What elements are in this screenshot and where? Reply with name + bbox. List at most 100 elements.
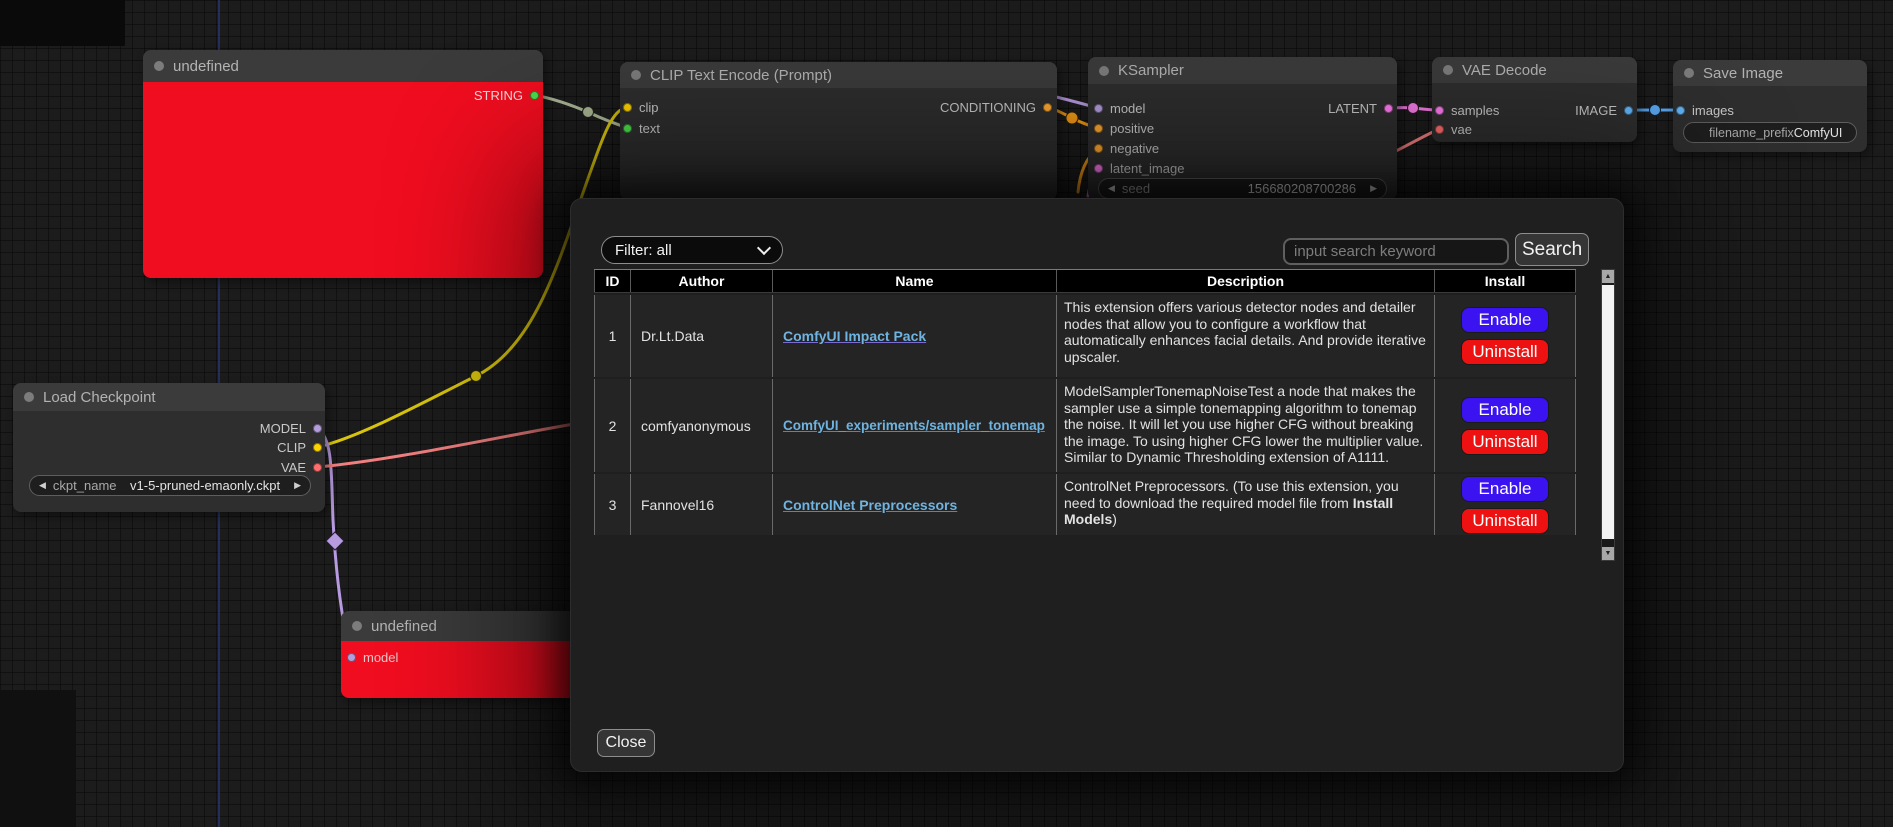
link-reroute-dot-image[interactable] <box>1650 105 1661 116</box>
extension-link[interactable]: ControlNet Preprocessors <box>783 497 957 513</box>
table-row: 2 comfyanonymous ComfyUI_experiments/sam… <box>594 379 1576 472</box>
node-status-dot <box>154 61 164 71</box>
chevron-left-icon[interactable]: ◀ <box>39 481 46 490</box>
node-undefined-top[interactable]: undefined STRING <box>143 50 543 278</box>
node-header[interactable]: VAE Decode <box>1432 57 1637 83</box>
extension-list-scrollpane: ID Author Name Description Install 1 Dr.… <box>594 269 1615 561</box>
chevron-down-icon <box>757 241 771 255</box>
search-button[interactable]: Search <box>1515 233 1589 266</box>
node-status-dot <box>1099 66 1109 76</box>
node-status-dot <box>24 392 34 402</box>
node-header[interactable]: undefined <box>341 611 576 641</box>
chevron-right-icon[interactable]: ▶ <box>1370 184 1377 193</box>
node-header[interactable]: KSampler <box>1088 57 1397 84</box>
output-label-model: MODEL <box>260 421 306 436</box>
input-port-latent-image[interactable] <box>1094 164 1103 173</box>
table-header-row: ID Author Name Description Install <box>594 269 1576 293</box>
node-save-image[interactable]: Save Image images filename_prefix ComfyU… <box>1673 60 1867 152</box>
output-port-vae[interactable] <box>313 463 322 472</box>
input-port-negative[interactable] <box>1094 144 1103 153</box>
output-label-conditioning: CONDITIONING <box>940 100 1036 115</box>
input-label-positive: positive <box>1110 121 1154 136</box>
node-header[interactable]: Load Checkpoint <box>13 383 325 411</box>
node-clip-text-encode[interactable]: CLIP Text Encode (Prompt) clip text COND… <box>620 62 1057 200</box>
node-undefined-bottom[interactable]: undefined model <box>341 611 576 698</box>
scroll-down-icon[interactable]: ▼ <box>1602 547 1614 560</box>
input-port-images[interactable] <box>1676 106 1685 115</box>
widget-value: ComfyUI <box>1794 126 1843 140</box>
scroll-up-icon[interactable]: ▲ <box>1602 270 1614 283</box>
scrollbar[interactable]: ▲ ▼ <box>1601 269 1615 561</box>
input-label-latent-image: latent_image <box>1110 161 1184 176</box>
node-ksampler[interactable]: KSampler model positive negative latent_… <box>1088 57 1397 200</box>
input-port-model[interactable] <box>1094 104 1103 113</box>
output-port-latent[interactable] <box>1384 104 1393 113</box>
output-port-string[interactable] <box>530 91 539 100</box>
filter-select[interactable]: Filter: all <box>601 236 783 264</box>
cell-author: comfyanonymous <box>631 379 773 472</box>
link-string-to-text <box>534 95 628 128</box>
table-row: 3 Fannovel16 ControlNet Preprocessors Co… <box>594 474 1576 535</box>
uninstall-button[interactable]: Uninstall <box>1461 339 1549 365</box>
node-status-dot <box>1684 68 1694 78</box>
node-title: CLIP Text Encode (Prompt) <box>650 67 832 84</box>
node-vae-decode[interactable]: VAE Decode samples vae IMAGE <box>1432 57 1637 142</box>
header-name: Name <box>773 270 1057 292</box>
output-port-clip[interactable] <box>313 443 322 452</box>
output-label-clip: CLIP <box>277 440 306 455</box>
chevron-left-icon[interactable]: ◀ <box>1108 184 1115 193</box>
extension-table: ID Author Name Description Install 1 Dr.… <box>594 269 1576 537</box>
chevron-right-icon[interactable]: ▶ <box>294 481 301 490</box>
input-label-images: images <box>1692 103 1734 118</box>
input-port-model[interactable] <box>347 653 356 662</box>
output-port-model[interactable] <box>313 424 322 433</box>
node-header[interactable]: Save Image <box>1673 60 1867 86</box>
search-input[interactable] <box>1283 238 1509 265</box>
enable-button[interactable]: Enable <box>1461 397 1549 423</box>
header-author: Author <box>631 270 773 292</box>
ckpt-name-widget[interactable]: ◀ ckpt_name v1-5-pruned-emaonly.ckpt ▶ <box>29 475 311 496</box>
filter-selected-value: Filter: all <box>615 242 672 259</box>
link-reroute-dot-clip[interactable] <box>471 371 482 382</box>
link-reroute-dot-string[interactable] <box>583 107 594 118</box>
filename-prefix-widget[interactable]: filename_prefix ComfyUI <box>1683 122 1857 143</box>
cell-description: ModelSamplerTonemapNoiseTest a node that… <box>1057 379 1435 472</box>
input-port-vae[interactable] <box>1435 125 1444 134</box>
input-port-samples[interactable] <box>1435 106 1444 115</box>
input-port-positive[interactable] <box>1094 124 1103 133</box>
table-row: 1 Dr.Lt.Data ComfyUI Impact Pack This ex… <box>594 295 1576 377</box>
widget-label: filename_prefix <box>1709 126 1794 140</box>
close-button[interactable]: Close <box>597 729 655 757</box>
node-title: KSampler <box>1118 62 1184 79</box>
node-title: Save Image <box>1703 65 1783 82</box>
uninstall-button[interactable]: Uninstall <box>1461 429 1549 455</box>
extension-link[interactable]: ComfyUI_experiments/sampler_tonemap <box>783 418 1045 433</box>
node-load-checkpoint[interactable]: Load Checkpoint MODEL CLIP VAE ◀ ckpt_na… <box>13 383 325 512</box>
extension-link[interactable]: ComfyUI Impact Pack <box>783 328 926 344</box>
input-label-clip: clip <box>639 100 659 115</box>
node-header[interactable]: CLIP Text Encode (Prompt) <box>620 62 1057 88</box>
cell-description: ControlNet Preprocessors. (To use this e… <box>1057 474 1435 535</box>
node-header[interactable]: undefined <box>143 50 543 82</box>
node-status-dot <box>1443 65 1453 75</box>
link-reroute-dot-conditioning[interactable] <box>1066 112 1078 124</box>
link-reroute-diamond-model[interactable] <box>326 532 344 550</box>
node-status-dot <box>352 621 362 631</box>
enable-button[interactable]: Enable <box>1461 307 1549 333</box>
input-label-vae: vae <box>1451 122 1472 137</box>
input-port-clip[interactable] <box>623 103 632 112</box>
output-label-latent: LATENT <box>1328 101 1377 116</box>
seed-widget[interactable]: ◀ seed 156680208700286 ▶ <box>1098 178 1387 199</box>
scrollbar-thumb[interactable] <box>1602 285 1614 539</box>
cell-id: 2 <box>594 379 631 472</box>
link-reroute-dot-latent[interactable] <box>1408 103 1419 114</box>
cell-author: Fannovel16 <box>631 474 773 535</box>
input-port-text[interactable] <box>623 124 632 133</box>
output-port-image[interactable] <box>1624 106 1633 115</box>
comfyui-canvas[interactable]: undefined STRING CLIP Text Encode (Promp… <box>0 0 1893 827</box>
cell-id: 3 <box>594 474 631 535</box>
output-port-conditioning[interactable] <box>1043 103 1052 112</box>
enable-button[interactable]: Enable <box>1461 476 1549 502</box>
widget-label: seed <box>1122 181 1150 196</box>
uninstall-button[interactable]: Uninstall <box>1461 508 1549 534</box>
